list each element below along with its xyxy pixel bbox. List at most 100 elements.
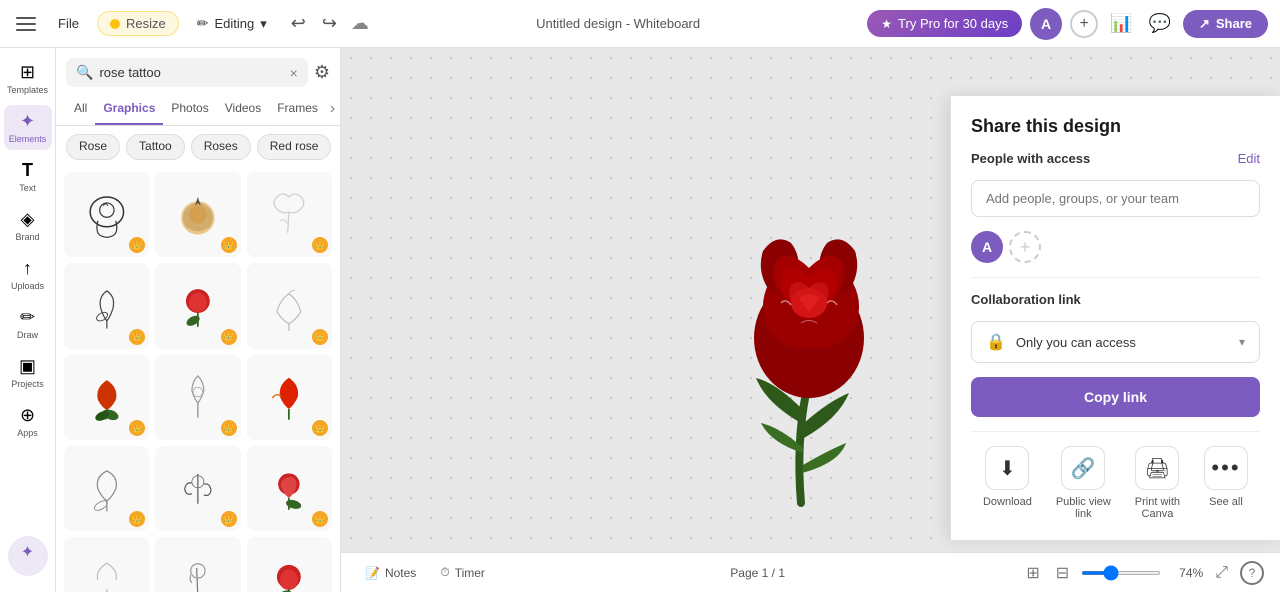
help-button[interactable]: ? bbox=[1240, 561, 1264, 585]
resize-label: Resize bbox=[126, 16, 166, 31]
apps-label: Apps bbox=[17, 428, 38, 438]
tab-photos[interactable]: Photos bbox=[163, 93, 216, 125]
list-item[interactable]: 👑 bbox=[247, 263, 332, 348]
edit-access-button[interactable]: Edit bbox=[1238, 151, 1260, 166]
chevron-down-icon: ▾ bbox=[260, 16, 267, 32]
chip-roses[interactable]: Roses bbox=[191, 134, 251, 160]
tab-graphics[interactable]: Graphics bbox=[95, 93, 163, 125]
text-label: Text bbox=[19, 183, 36, 193]
list-item[interactable]: 👑 bbox=[64, 355, 149, 440]
draw-label: Draw bbox=[17, 330, 38, 340]
analytics-button[interactable]: 📊 bbox=[1106, 9, 1136, 38]
sidebar-item-assistant[interactable]: ✦ bbox=[8, 536, 48, 576]
public-view-action[interactable]: 🔗 Public viewlink bbox=[1056, 446, 1111, 520]
editing-button[interactable]: ✏ Editing ▾ bbox=[187, 11, 277, 36]
share-panel-title: Share this design bbox=[971, 116, 1260, 137]
search-icon: 🔍 bbox=[76, 64, 93, 81]
redo-button[interactable]: ↪ bbox=[316, 9, 343, 38]
sidebar-item-apps[interactable]: ⊕ Apps bbox=[4, 399, 52, 444]
access-dropdown[interactable]: 🔒 Only you can access ▾ bbox=[971, 321, 1260, 363]
chip-red-rose[interactable]: Red rose bbox=[257, 134, 332, 160]
list-item[interactable]: 👑 bbox=[155, 172, 240, 257]
people-section-title: People with access bbox=[971, 151, 1090, 166]
results-grid-scroll: 👑 👑 👑 bbox=[56, 168, 340, 592]
canvas-title: Untitled design - Whiteboard bbox=[377, 16, 859, 31]
rose-svg bbox=[691, 83, 931, 513]
templates-label: Templates bbox=[7, 85, 48, 95]
main-content: ⊞ Templates ✦ Elements T Text ◈ Brand ↑ … bbox=[0, 48, 1280, 592]
list-item[interactable]: 👑 bbox=[155, 355, 240, 440]
add-person-button[interactable]: + bbox=[1009, 231, 1041, 263]
multi-view-button[interactable]: ⊟ bbox=[1052, 561, 1073, 585]
undo-button[interactable]: ↩ bbox=[285, 9, 312, 38]
resize-button[interactable]: Resize bbox=[97, 11, 179, 36]
premium-badge: 👑 bbox=[312, 511, 328, 527]
editing-label: Editing bbox=[214, 16, 254, 31]
pencil-icon: ✏ bbox=[197, 15, 209, 32]
search-input[interactable] bbox=[99, 65, 283, 80]
list-item[interactable]: 👑 bbox=[155, 537, 240, 592]
zoom-slider[interactable] bbox=[1081, 571, 1161, 575]
sidebar-item-text[interactable]: T Text bbox=[4, 154, 52, 199]
avatar[interactable]: A bbox=[1030, 8, 1062, 40]
chevron-down-icon: ▾ bbox=[1239, 335, 1245, 349]
sidebar-item-projects[interactable]: ▣ Projects bbox=[4, 350, 52, 395]
download-action[interactable]: ⬇ Download bbox=[983, 446, 1032, 520]
brand-label: Brand bbox=[15, 232, 39, 242]
print-action[interactable]: 🖨 Print withCanva bbox=[1135, 446, 1180, 520]
tabs-more-icon[interactable]: › bbox=[330, 100, 335, 118]
clear-search-button[interactable]: × bbox=[290, 65, 298, 81]
add-people-input[interactable] bbox=[971, 180, 1260, 217]
topbar-left: File Resize ✏ Editing ▾ ↩ ↪ ☁ bbox=[12, 9, 369, 38]
sidebar-item-brand[interactable]: ◈ Brand bbox=[4, 203, 52, 248]
tab-videos[interactable]: Videos bbox=[217, 93, 269, 125]
try-pro-button[interactable]: ★ Try Pro for 30 days bbox=[867, 10, 1022, 37]
collaboration-link-title: Collaboration link bbox=[971, 292, 1260, 307]
timer-label: Timer bbox=[455, 566, 485, 580]
timer-button[interactable]: ⏱ Timer bbox=[432, 561, 493, 584]
grid-view-button[interactable]: ⊞ bbox=[1022, 561, 1043, 585]
list-item[interactable]: 👑 bbox=[247, 355, 332, 440]
list-item[interactable]: 👑 bbox=[247, 537, 332, 592]
copy-link-button[interactable]: Copy link bbox=[971, 377, 1260, 417]
menu-icon[interactable] bbox=[12, 10, 40, 38]
see-all-action[interactable]: ••• See all bbox=[1204, 446, 1248, 520]
notes-button[interactable]: 📝 Notes bbox=[357, 561, 424, 584]
list-item[interactable]: 👑 bbox=[64, 446, 149, 531]
uploads-label: Uploads bbox=[11, 281, 44, 291]
zoom-level: 74% bbox=[1167, 566, 1203, 580]
premium-badge: 👑 bbox=[221, 329, 237, 345]
chat-button[interactable]: 💬 bbox=[1145, 9, 1175, 38]
expand-button[interactable]: ⤢ bbox=[1211, 562, 1232, 584]
list-item[interactable]: 👑 bbox=[247, 446, 332, 531]
tab-frames[interactable]: Frames bbox=[269, 93, 326, 125]
divider bbox=[971, 277, 1260, 278]
topbar-right: ★ Try Pro for 30 days A + 📊 💬 ↗ Share bbox=[867, 8, 1268, 40]
projects-label: Projects bbox=[11, 379, 44, 389]
download-icon: ⬇ bbox=[985, 446, 1029, 490]
tab-all[interactable]: All bbox=[66, 93, 95, 125]
chip-rose[interactable]: Rose bbox=[66, 134, 120, 160]
chip-tattoo[interactable]: Tattoo bbox=[126, 134, 185, 160]
public-view-label: Public viewlink bbox=[1056, 496, 1111, 520]
uploads-icon: ↑ bbox=[23, 258, 32, 279]
list-item[interactable]: 👑 bbox=[155, 446, 240, 531]
share-button[interactable]: ↗ Share bbox=[1183, 10, 1268, 38]
apps-icon: ⊕ bbox=[20, 405, 35, 426]
file-button[interactable]: File bbox=[48, 12, 89, 35]
sidebar-item-draw[interactable]: ✏ Draw bbox=[4, 301, 52, 346]
list-item[interactable]: 👑 bbox=[247, 172, 332, 257]
list-item[interactable]: 👑 bbox=[155, 263, 240, 348]
sidebar-item-uploads[interactable]: ↑ Uploads bbox=[4, 252, 52, 297]
list-item[interactable]: 👑 bbox=[64, 263, 149, 348]
bottom-bar: 📝 Notes ⏱ Timer Page 1 / 1 ⊞ ⊟ 74% ⤢ bbox=[341, 552, 1280, 592]
rose-graphic[interactable] bbox=[691, 83, 931, 518]
chips-more-icon[interactable]: › bbox=[337, 134, 340, 160]
elements-icon: ✦ bbox=[20, 111, 35, 132]
sidebar-item-elements[interactable]: ✦ Elements bbox=[4, 105, 52, 150]
sidebar-item-templates[interactable]: ⊞ Templates bbox=[4, 56, 52, 101]
list-item[interactable]: 👑 bbox=[64, 172, 149, 257]
filter-button[interactable]: ⚙ bbox=[314, 62, 330, 83]
add-collaborator-button[interactable]: + bbox=[1070, 10, 1098, 38]
list-item[interactable]: 👑 bbox=[64, 537, 149, 592]
